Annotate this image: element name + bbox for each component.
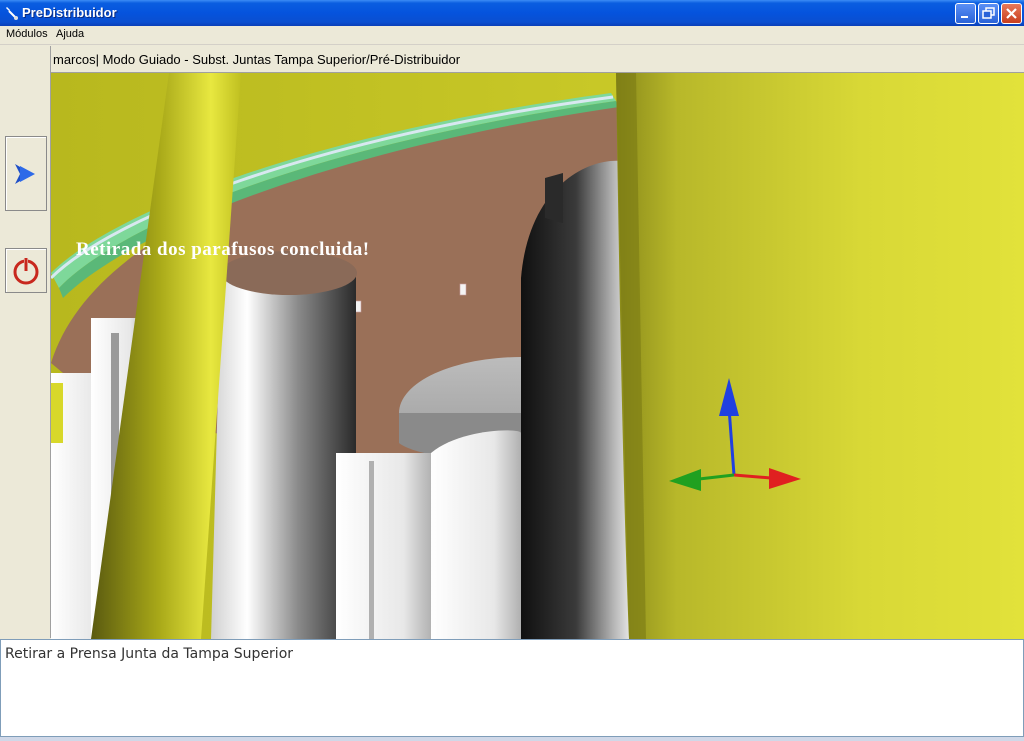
- close-button[interactable]: [1001, 3, 1022, 24]
- overlay-status-message: Retirada dos parafusos concluida!: [76, 239, 370, 260]
- instruction-panel: Retirar a Prensa Junta da Tampa Superior: [0, 639, 1024, 737]
- next-arrow-icon: [15, 164, 35, 184]
- 3d-viewport[interactable]: Retirada dos parafusos concluida!: [51, 73, 1024, 639]
- power-button[interactable]: [5, 248, 47, 293]
- app-window: PreDistribuidor Módulos Ajuda marcos| Mo…: [0, 0, 1024, 741]
- close-icon: [1006, 8, 1017, 19]
- next-step-button[interactable]: [5, 136, 47, 211]
- 3d-scene: [51, 73, 1024, 639]
- maximize-icon: [982, 7, 995, 19]
- instruction-text: Retirar a Prensa Junta da Tampa Superior: [5, 646, 294, 662]
- menu-bar: Módulos Ajuda: [0, 26, 1024, 45]
- minimize-button[interactable]: [955, 3, 976, 24]
- title-bar[interactable]: PreDistribuidor: [0, 0, 1024, 26]
- bottom-border: [0, 737, 1024, 741]
- maximize-button[interactable]: [978, 3, 999, 24]
- left-toolbar: [0, 46, 51, 638]
- menu-ajuda[interactable]: Ajuda: [56, 28, 84, 40]
- app-wrench-icon: [6, 7, 18, 20]
- window-title: PreDistribuidor: [22, 5, 117, 20]
- mode-header-text: marcos| Modo Guiado - Subst. Juntas Tamp…: [53, 52, 461, 67]
- menu-modulos[interactable]: Módulos: [6, 28, 48, 40]
- minimize-icon: [961, 16, 968, 18]
- power-icon: [13, 258, 39, 285]
- mode-header: marcos| Modo Guiado - Subst. Juntas Tamp…: [51, 46, 1024, 73]
